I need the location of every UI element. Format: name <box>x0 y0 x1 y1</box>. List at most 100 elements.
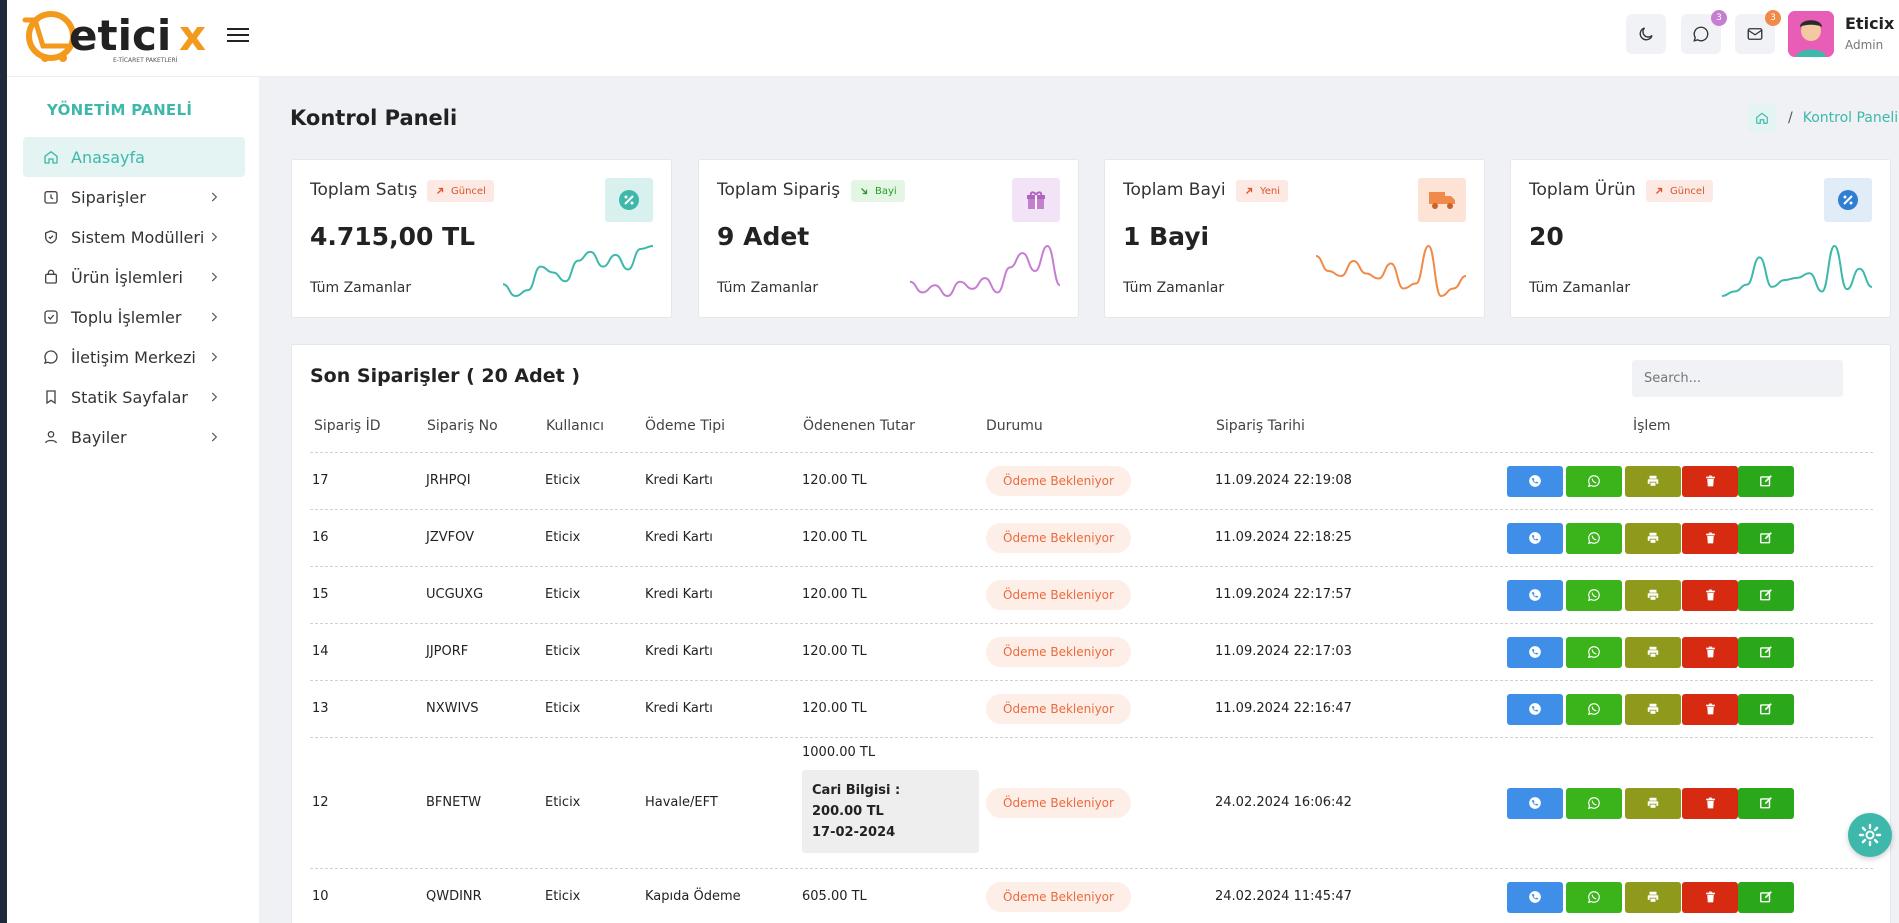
printer-icon <box>1646 588 1660 602</box>
card-subtitle: Tüm Zamanlar <box>310 280 412 296</box>
table-cell-date: 11.09.2024 22:16:47 <box>1215 700 1352 716</box>
svg-text:etici: etici <box>69 11 171 60</box>
edit-button[interactable] <box>1738 881 1794 913</box>
edit-button[interactable] <box>1738 636 1794 668</box>
shield-icon <box>43 229 59 245</box>
delete-button[interactable] <box>1682 465 1738 497</box>
edit-button[interactable] <box>1738 579 1794 611</box>
delete-button[interactable] <box>1682 787 1738 819</box>
column-header[interactable]: İşlem <box>1633 418 1671 434</box>
recent-orders-panel: Son Siparişler ( 20 Adet ) Sipariş İD Si… <box>291 344 1891 923</box>
chevron-right-icon <box>211 272 218 282</box>
delete-button[interactable] <box>1682 881 1738 913</box>
table-cell-date: 11.09.2024 22:18:25 <box>1215 529 1352 545</box>
table-cell-user: Eticix <box>545 794 581 810</box>
edit-icon <box>1759 702 1773 716</box>
print-button[interactable] <box>1625 465 1681 497</box>
call-button[interactable] <box>1507 881 1563 913</box>
table-cell-date: 24.02.2024 16:06:42 <box>1215 794 1352 810</box>
delete-button[interactable] <box>1682 693 1738 725</box>
call-button[interactable] <box>1507 787 1563 819</box>
call-button[interactable] <box>1507 636 1563 668</box>
column-header[interactable]: Ödeme Tipi <box>645 418 725 434</box>
call-button[interactable] <box>1507 579 1563 611</box>
sidebar-item-urun-islemleri[interactable]: Ürün İşlemleri <box>23 257 245 297</box>
table-cell-amount: 605.00 TL <box>802 888 867 904</box>
moon-icon <box>1639 27 1653 41</box>
whatsapp-button[interactable] <box>1566 465 1622 497</box>
call-button[interactable] <box>1507 465 1563 497</box>
print-button[interactable] <box>1625 636 1681 668</box>
whatsapp-button[interactable] <box>1566 787 1622 819</box>
sidebar-item-bayiler[interactable]: Bayiler <box>23 417 245 457</box>
table-cell-type: Kredi Kartı <box>645 643 713 659</box>
sidebar-item-anasayfa[interactable]: Anasayfa <box>23 137 245 177</box>
discount-badge-icon <box>1824 178 1872 222</box>
edit-button[interactable] <box>1738 465 1794 497</box>
table-cell-amount: 120.00 TL <box>802 643 867 659</box>
sidebar-item-siparisler[interactable]: Siparişler <box>23 177 245 217</box>
breadcrumb-home-icon[interactable] <box>1748 104 1776 132</box>
print-button[interactable] <box>1625 522 1681 554</box>
phone-icon <box>1528 531 1542 545</box>
whatsapp-button[interactable] <box>1566 693 1622 725</box>
delete-button[interactable] <box>1682 636 1738 668</box>
delete-button[interactable] <box>1682 579 1738 611</box>
sidebar-item-sistem-modulleri[interactable]: Sistem Modülleri <box>23 217 245 257</box>
settings-gear-button[interactable] <box>1848 813 1892 857</box>
table-cell-id: 13 <box>312 700 329 716</box>
phone-icon <box>1528 474 1542 488</box>
breadcrumb-current[interactable]: Kontrol Paneli <box>1803 110 1898 126</box>
column-header[interactable]: Durumu <box>986 418 1043 434</box>
table-cell-no: JZVFOV <box>426 529 475 545</box>
top-bar: etici x E-TİCARET PAKETLERİ 3 3 Eticix A… <box>7 0 1899 77</box>
sidebar-item-toplu-islemler[interactable]: Toplu İşlemler <box>23 297 245 337</box>
status-badge: Ödeme Bekleniyor <box>986 636 1131 667</box>
edit-button[interactable] <box>1738 522 1794 554</box>
whatsapp-button[interactable] <box>1566 579 1622 611</box>
print-button[interactable] <box>1625 693 1681 725</box>
column-header[interactable]: Sipariş Tarihi <box>1216 418 1305 434</box>
chat-button[interactable]: 3 <box>1681 10 1727 54</box>
trash-icon <box>1704 588 1717 602</box>
table-cell-type: Kredi Kartı <box>645 700 713 716</box>
edit-button[interactable] <box>1738 787 1794 819</box>
breadcrumb-separator: / <box>1788 110 1793 126</box>
call-button[interactable] <box>1507 693 1563 725</box>
theme-toggle-button[interactable] <box>1626 14 1666 54</box>
whatsapp-icon <box>1587 702 1601 716</box>
column-header[interactable]: Sipariş No <box>427 418 498 434</box>
status-badge: Ödeme Bekleniyor <box>986 579 1131 610</box>
table-cell-user: Eticix <box>545 529 581 545</box>
column-header[interactable]: Sipariş İD <box>314 418 381 434</box>
brand-logo[interactable]: etici x E-TİCARET PAKETLERİ <box>21 6 231 68</box>
card-tag: Bayi <box>851 180 905 202</box>
search-input[interactable] <box>1632 360 1843 397</box>
user-icon <box>43 429 59 445</box>
sidebar-item-statik-sayfalar[interactable]: Statik Sayfalar <box>23 377 245 417</box>
table-cell-id: 14 <box>312 643 329 659</box>
whatsapp-button[interactable] <box>1566 636 1622 668</box>
print-button[interactable] <box>1625 579 1681 611</box>
card-title: Toplam Satış <box>310 180 418 200</box>
whatsapp-icon <box>1587 890 1601 904</box>
whatsapp-button[interactable] <box>1566 522 1622 554</box>
card-subtitle: Tüm Zamanlar <box>1529 280 1631 296</box>
cari-amount: 200.00 TL <box>812 804 884 819</box>
whatsapp-button[interactable] <box>1566 881 1622 913</box>
menu-toggle-icon[interactable] <box>227 24 249 44</box>
avatar[interactable] <box>1788 11 1834 57</box>
call-button[interactable] <box>1507 522 1563 554</box>
edit-button[interactable] <box>1738 693 1794 725</box>
column-header[interactable]: Kullanıcı <box>546 418 604 434</box>
phone-icon <box>1528 588 1542 602</box>
phone-icon <box>1528 645 1542 659</box>
print-button[interactable] <box>1625 881 1681 913</box>
sidebar-item-iletisim-merkezi[interactable]: İletişim Merkezi <box>23 337 245 377</box>
table-cell-type: Havale/EFT <box>645 794 718 810</box>
table-cell-user: Eticix <box>545 888 581 904</box>
column-header[interactable]: Ödenenen Tutar <box>803 418 915 434</box>
delete-button[interactable] <box>1682 522 1738 554</box>
mail-button[interactable]: 3 <box>1735 10 1781 54</box>
print-button[interactable] <box>1625 787 1681 819</box>
